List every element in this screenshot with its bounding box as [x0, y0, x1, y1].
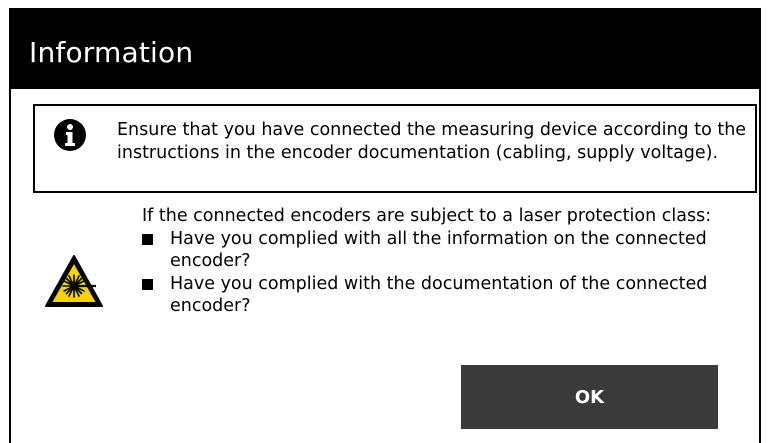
- bullet-square-icon: [142, 233, 153, 245]
- list-item: Have you complied with the documentation…: [142, 273, 762, 318]
- ok-button[interactable]: OK: [461, 365, 718, 429]
- laser-checklist: Have you complied with all the informati…: [142, 228, 762, 318]
- info-message-text: Ensure that you have connected the measu…: [117, 120, 747, 163]
- info-icon: [54, 119, 86, 151]
- laser-warning-intro: If the connected encoders are subject to…: [142, 206, 712, 226]
- checklist-item-text: Have you complied with all the informati…: [170, 228, 707, 272]
- checklist-item-text: Have you complied with the documentation…: [170, 273, 708, 317]
- dialog-titlebar: Information: [9, 8, 761, 89]
- laser-warning-text: If the connected encoders are subject to…: [142, 205, 762, 318]
- list-item: Have you complied with all the informati…: [142, 228, 762, 273]
- laser-warning-icon: [45, 255, 103, 307]
- bullet-square-icon: [142, 278, 153, 290]
- info-message-box: Ensure that you have connected the measu…: [33, 104, 757, 193]
- dialog-title: Information: [29, 36, 194, 69]
- information-dialog: Information Ensure that you have connect…: [9, 8, 761, 443]
